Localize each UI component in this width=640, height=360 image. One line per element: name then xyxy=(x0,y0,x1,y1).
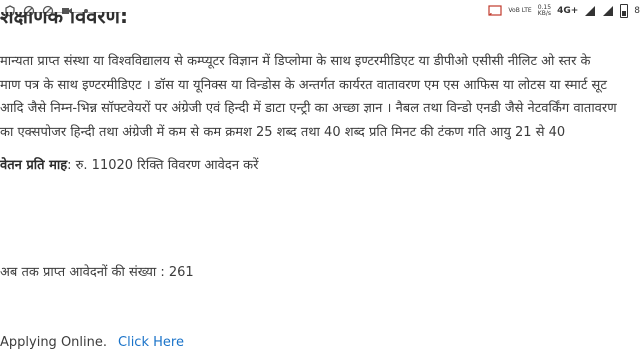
paragraph-line: मान्यता प्राप्त संस्था या विश्वविद्यालय … xyxy=(0,54,591,69)
signal-icon xyxy=(585,6,596,16)
salary-row: वेतन प्रति माह: रु. 11020 रिक्ति विवरण आ… xyxy=(0,155,258,173)
battery-icon xyxy=(620,4,629,18)
paragraph-line: आदि जैसे निम्न-भिन्न सॉफ्टवेयरों पर अंग्… xyxy=(0,101,617,116)
signal-icon-2 xyxy=(603,6,614,16)
network-type: 4G+ xyxy=(557,6,579,16)
qualification-paragraph: मान्यता प्राप्त संस्था या विश्वविद्यालय … xyxy=(0,50,640,144)
volte-indicator: VoB LTE xyxy=(508,7,532,14)
salary-label: वेतन प्रति माह xyxy=(0,158,68,173)
status-indicators: VoB LTE 0.15 KB/s 4G+ 8 xyxy=(488,4,640,18)
applying-online-text: Applying Online. xyxy=(0,335,108,350)
cast-icon xyxy=(488,5,502,16)
click-here-link[interactable]: Click Here xyxy=(118,335,184,350)
applications-count: अब तक प्राप्त आवेदनों की संख्या : 261 xyxy=(0,265,194,280)
paragraph-line: माण पत्र के साथ इण्टरमीडिएट । डॉस या यून… xyxy=(0,77,607,93)
paragraph-line: का एक्सपोजर हिन्दी तथा अंग्रेजी में कम स… xyxy=(0,124,566,140)
battery-percent: 8 xyxy=(634,6,640,16)
salary-value: : रु. 11020 रिक्ति विवरण आवेदन करें xyxy=(67,158,259,173)
network-speed: 0.15 KB/s xyxy=(537,4,552,17)
